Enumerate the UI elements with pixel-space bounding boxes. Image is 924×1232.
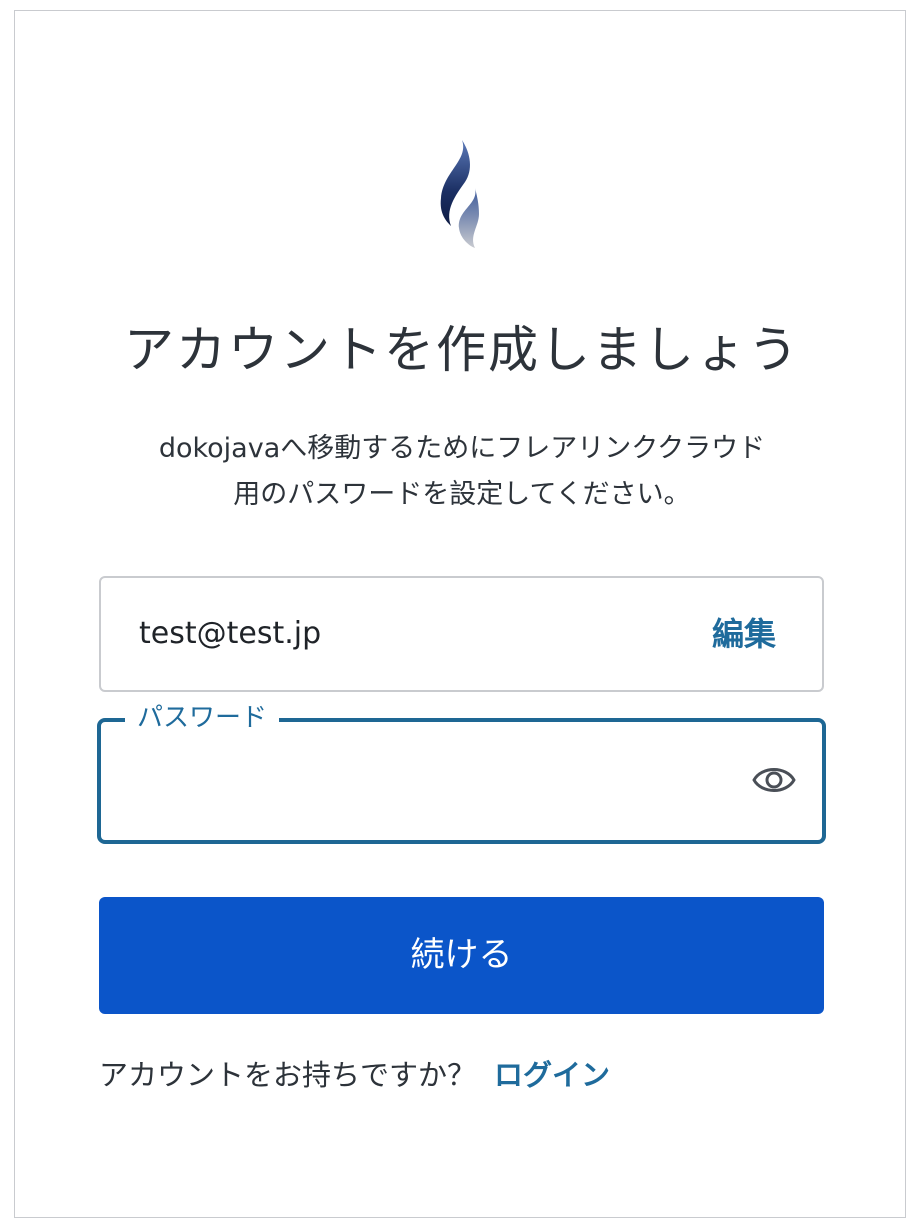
page-subtitle: dokojavaへ移動するためにフレアリンククラウド 用のパスワードを設定してく… <box>100 426 824 518</box>
subtitle-line-2: 用のパスワードを設定してください。 <box>233 479 691 510</box>
eye-icon[interactable] <box>750 760 798 800</box>
password-field[interactable]: パスワード <box>97 698 826 844</box>
subtitle-line-1: dokojavaへ移動するためにフレアリンククラウド <box>158 433 766 464</box>
login-link[interactable]: ログイン <box>494 1058 610 1092</box>
password-input[interactable] <box>131 746 735 818</box>
login-prompt: アカウントをお持ちですか？ ログイン <box>99 1052 610 1098</box>
password-label: パスワード <box>125 698 280 738</box>
continue-button[interactable]: 続ける <box>99 897 824 1014</box>
page-title: アカウントを作成しましょう <box>124 321 800 379</box>
email-field: test@test.jp 編集 <box>99 576 824 692</box>
edit-email-link[interactable]: 編集 <box>712 578 776 690</box>
email-value: test@test.jp <box>139 616 322 651</box>
login-prompt-text: アカウントをお持ちですか？ <box>99 1058 477 1092</box>
flame-logo-icon <box>440 140 479 248</box>
